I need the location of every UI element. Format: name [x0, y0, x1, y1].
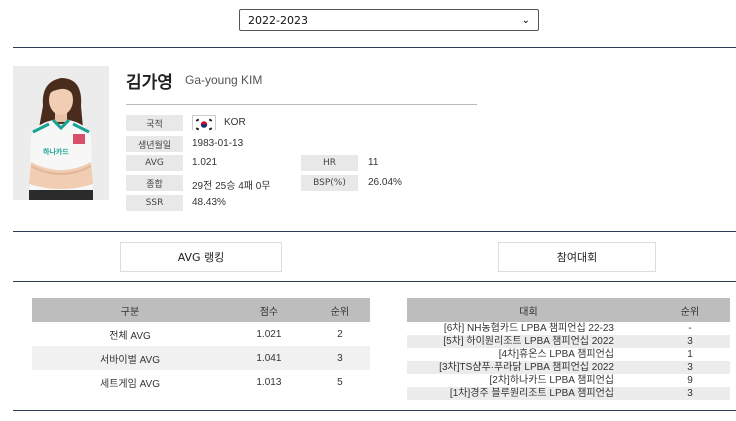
tournament-name: [2차]하나카드 LPBA 챔피언십 [489, 375, 615, 386]
rank-cell: 2 [337, 328, 343, 340]
tab-tournaments[interactable]: 참여대회 [498, 242, 656, 272]
score-cell: 1.013 [256, 376, 282, 388]
nationality-label: 국적 [126, 115, 183, 131]
table-header-row: 대회 순위 [407, 298, 730, 322]
tournament-table: 대회 순위 [6차] NH농협카드 LPBA 챔피언십 22-23 - [5차]… [407, 298, 730, 400]
tournament-rank: 1 [687, 349, 693, 360]
tournament-name: [6차] NH농협카드 LPBA 챔피언십 22-23 [443, 323, 614, 334]
table-row[interactable]: [5차] 하이원리조트 LPBA 챔피언십 2022 3 [407, 335, 730, 348]
tournament-name: [1차]경주 블루원리조트 LPBA 챔피언십 [407, 387, 650, 400]
rank-cell: 5 [337, 376, 343, 388]
tournament-list-scroll[interactable]: 대회 순위 [6차] NH농협카드 LPBA 챔피언십 22-23 - [5차]… [407, 298, 730, 410]
tournament-name: [5차] 하이원리조트 LPBA 챔피언십 2022 [407, 335, 650, 348]
avg-label: AVG [126, 155, 183, 171]
rank-cell: 3 [309, 346, 370, 370]
ssr-value: 48.43% [192, 197, 226, 208]
column-header: 순위 [650, 298, 730, 322]
table-row[interactable]: [2차]하나카드 LPBA 챔피언십 9 [407, 374, 730, 387]
divider [13, 281, 736, 282]
bsp-value: 26.04% [368, 177, 402, 188]
tournament-rank: 3 [650, 335, 730, 348]
tournament-rank: - [688, 323, 692, 334]
jersey-text: 하나카드 [43, 148, 69, 156]
avg-value: 1.021 [192, 157, 218, 168]
table-row[interactable]: [4차]휴온스 LPBA 챔피언십 1 [407, 348, 730, 361]
tournament-name: [4차]휴온스 LPBA 챔피언십 [498, 349, 614, 360]
season-select[interactable]: 2022-2023 ⌄ [239, 9, 539, 31]
korea-flag-icon [192, 115, 216, 131]
score-cell: 1.021 [256, 328, 282, 340]
category-cell: 세트게임 AVG [100, 378, 160, 390]
score-cell: 1.041 [228, 346, 310, 370]
divider [13, 410, 736, 411]
record-value: 29전 25승 4패 0무 [192, 181, 271, 192]
hr-label: HR [301, 155, 358, 171]
season-select-value: 2022-2023 [248, 13, 308, 27]
divider [13, 47, 736, 48]
column-header: 구분 [32, 298, 229, 322]
ssr-label: SSR [126, 195, 183, 211]
table-header-row: 구분 점수 순위 [32, 298, 370, 322]
tournament-rank: 3 [650, 361, 730, 374]
tab-avg-ranking[interactable]: AVG 랭킹 [120, 242, 282, 272]
table-row[interactable]: [6차] NH농협카드 LPBA 챔피언십 22-23 - [407, 322, 730, 335]
bsp-label: BSP(%) [301, 175, 358, 191]
tournament-rank: 3 [650, 387, 730, 400]
record-label: 종합 [126, 175, 183, 191]
birth-value: 1983-01-13 [192, 138, 244, 149]
player-name-korean: 김가영 [126, 73, 173, 93]
table-row: 세트게임 AVG 1.013 5 [32, 370, 370, 394]
tournament-name: [3차]TS샴푸·푸라닭 LPBA 챔피언십 2022 [407, 361, 650, 374]
column-header: 대회 [407, 298, 650, 322]
category-cell: 서바이벌 AVG [32, 346, 229, 370]
player-photo: 하나카드 [13, 66, 109, 200]
column-header: 점수 [228, 298, 310, 322]
hr-value: 11 [368, 157, 379, 168]
tournament-rank: 9 [687, 375, 693, 386]
table-row[interactable]: [1차]경주 블루원리조트 LPBA 챔피언십 3 [407, 387, 730, 400]
name-divider [126, 104, 477, 105]
chevron-down-icon: ⌄ [521, 14, 530, 26]
divider [13, 231, 736, 232]
category-cell: 전체 AVG [109, 330, 151, 342]
avg-ranking-table: 구분 점수 순위 전체 AVG 1.021 2 서바이벌 AVG 1.041 3… [32, 298, 370, 394]
table-row: 전체 AVG 1.021 2 [32, 322, 370, 346]
nationality-value: KOR [224, 117, 246, 128]
table-row[interactable]: [3차]TS샴푸·푸라닭 LPBA 챔피언십 2022 3 [407, 361, 730, 374]
birth-label: 생년월일 [126, 136, 183, 152]
player-name-english: Ga-young KIM [185, 73, 263, 87]
column-header: 순위 [309, 298, 370, 322]
table-row: 서바이벌 AVG 1.041 3 [32, 346, 370, 370]
